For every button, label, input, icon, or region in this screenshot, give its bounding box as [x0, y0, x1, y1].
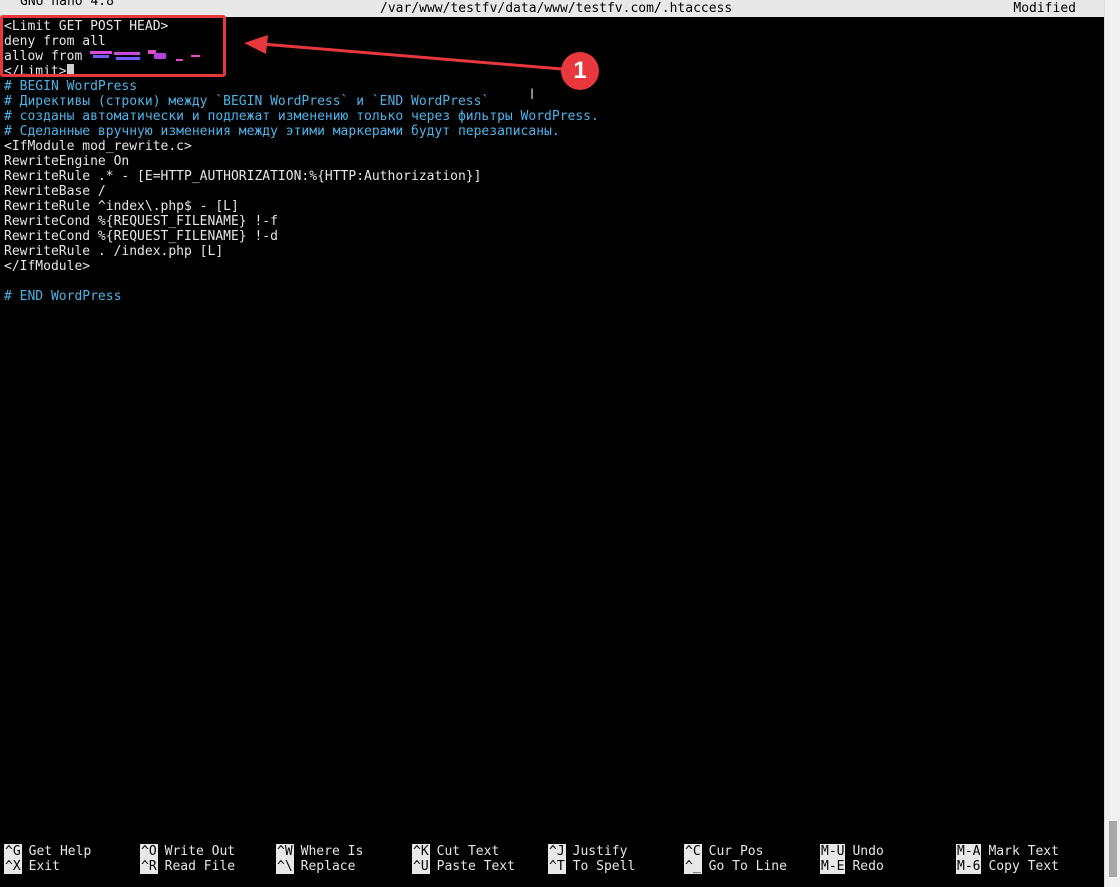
shortcut-write-out[interactable]: ^O Write Out [140, 844, 235, 859]
shortcut-cur-pos[interactable]: ^C Cur Pos [684, 844, 763, 859]
annotation-arrow-icon [244, 35, 563, 71]
shortcut-justify[interactable]: ^J Justify [548, 844, 627, 859]
vertical-scrollbar[interactable] [1104, 0, 1120, 887]
shortcut-cut-text[interactable]: ^K Cut Text [412, 844, 499, 859]
shortcut-label: Undo [852, 844, 884, 859]
shortcut-key: ^W [276, 844, 294, 859]
shortcut-key: ^J [548, 844, 566, 859]
shortcut-replace[interactable]: ^\ Replace [276, 859, 355, 874]
shortcut-label: Where Is [300, 844, 364, 859]
shortcut-label: Cur Pos [708, 844, 764, 859]
shortcut-key: ^O [140, 844, 158, 859]
shortcut-key: ^U [412, 859, 430, 874]
shortcut-key: ^G [4, 844, 22, 859]
shortcut-key: M-6 [956, 859, 982, 874]
shortcut-key: M-U [820, 844, 846, 859]
shortcut-label: Get Help [28, 844, 92, 859]
shortcut-key: ^R [140, 859, 158, 874]
shortcut-label: Mark Text [988, 844, 1059, 859]
shortcut-read-file[interactable]: ^R Read File [140, 859, 235, 874]
shortcut-to-spell[interactable]: ^T To Spell [548, 859, 635, 874]
shortcut-key: ^K [412, 844, 430, 859]
shortcut-key: ^X [4, 859, 22, 874]
shortcut-label: Go To Line [708, 859, 787, 874]
shortcut-mark-text[interactable]: M-A Mark Text [956, 844, 1059, 859]
shortcut-key: M-E [820, 859, 846, 874]
shortcut-label: Cut Text [436, 844, 500, 859]
shortcut-key: M-A [956, 844, 982, 859]
shortcut-key: ^T [548, 859, 566, 874]
shortcut-undo[interactable]: M-U Undo [820, 844, 884, 859]
shortcut-label: To Spell [572, 859, 636, 874]
shortcut-label: Justify [572, 844, 628, 859]
shortcut-key: ^C [684, 844, 702, 859]
shortcut-label: Copy Text [988, 859, 1059, 874]
shortcut-go-to-line[interactable]: ^_ Go To Line [684, 859, 787, 874]
shortcut-key: ^_ [684, 859, 702, 874]
shortcut-where-is[interactable]: ^W Where Is [276, 844, 363, 859]
shortcut-label: Write Out [164, 844, 236, 859]
annotation-badge: 1 [561, 52, 599, 90]
shortcut-copy-text[interactable]: M-6 Copy Text [956, 859, 1059, 874]
shortcut-redo[interactable]: M-E Redo [820, 859, 884, 874]
shortcut-bar: ^G Get Help ^X Exit ^O Write Out ^R Read Fil… [4, 844, 1104, 878]
scrollbar-thumb[interactable] [1109, 821, 1117, 877]
shortcut-exit[interactable]: ^X Exit [4, 859, 60, 874]
shortcut-label: Paste Text [436, 859, 515, 874]
mouse-ibeam-icon: I [530, 87, 535, 103]
shortcut-get-help[interactable]: ^G Get Help [4, 844, 91, 859]
shortcut-label: Read File [164, 859, 236, 874]
shortcut-label: Replace [300, 859, 356, 874]
shortcut-key: ^\ [276, 859, 294, 874]
shortcut-label: Redo [852, 859, 884, 874]
shortcut-paste-text[interactable]: ^U Paste Text [412, 859, 515, 874]
shortcut-label: Exit [28, 859, 60, 874]
